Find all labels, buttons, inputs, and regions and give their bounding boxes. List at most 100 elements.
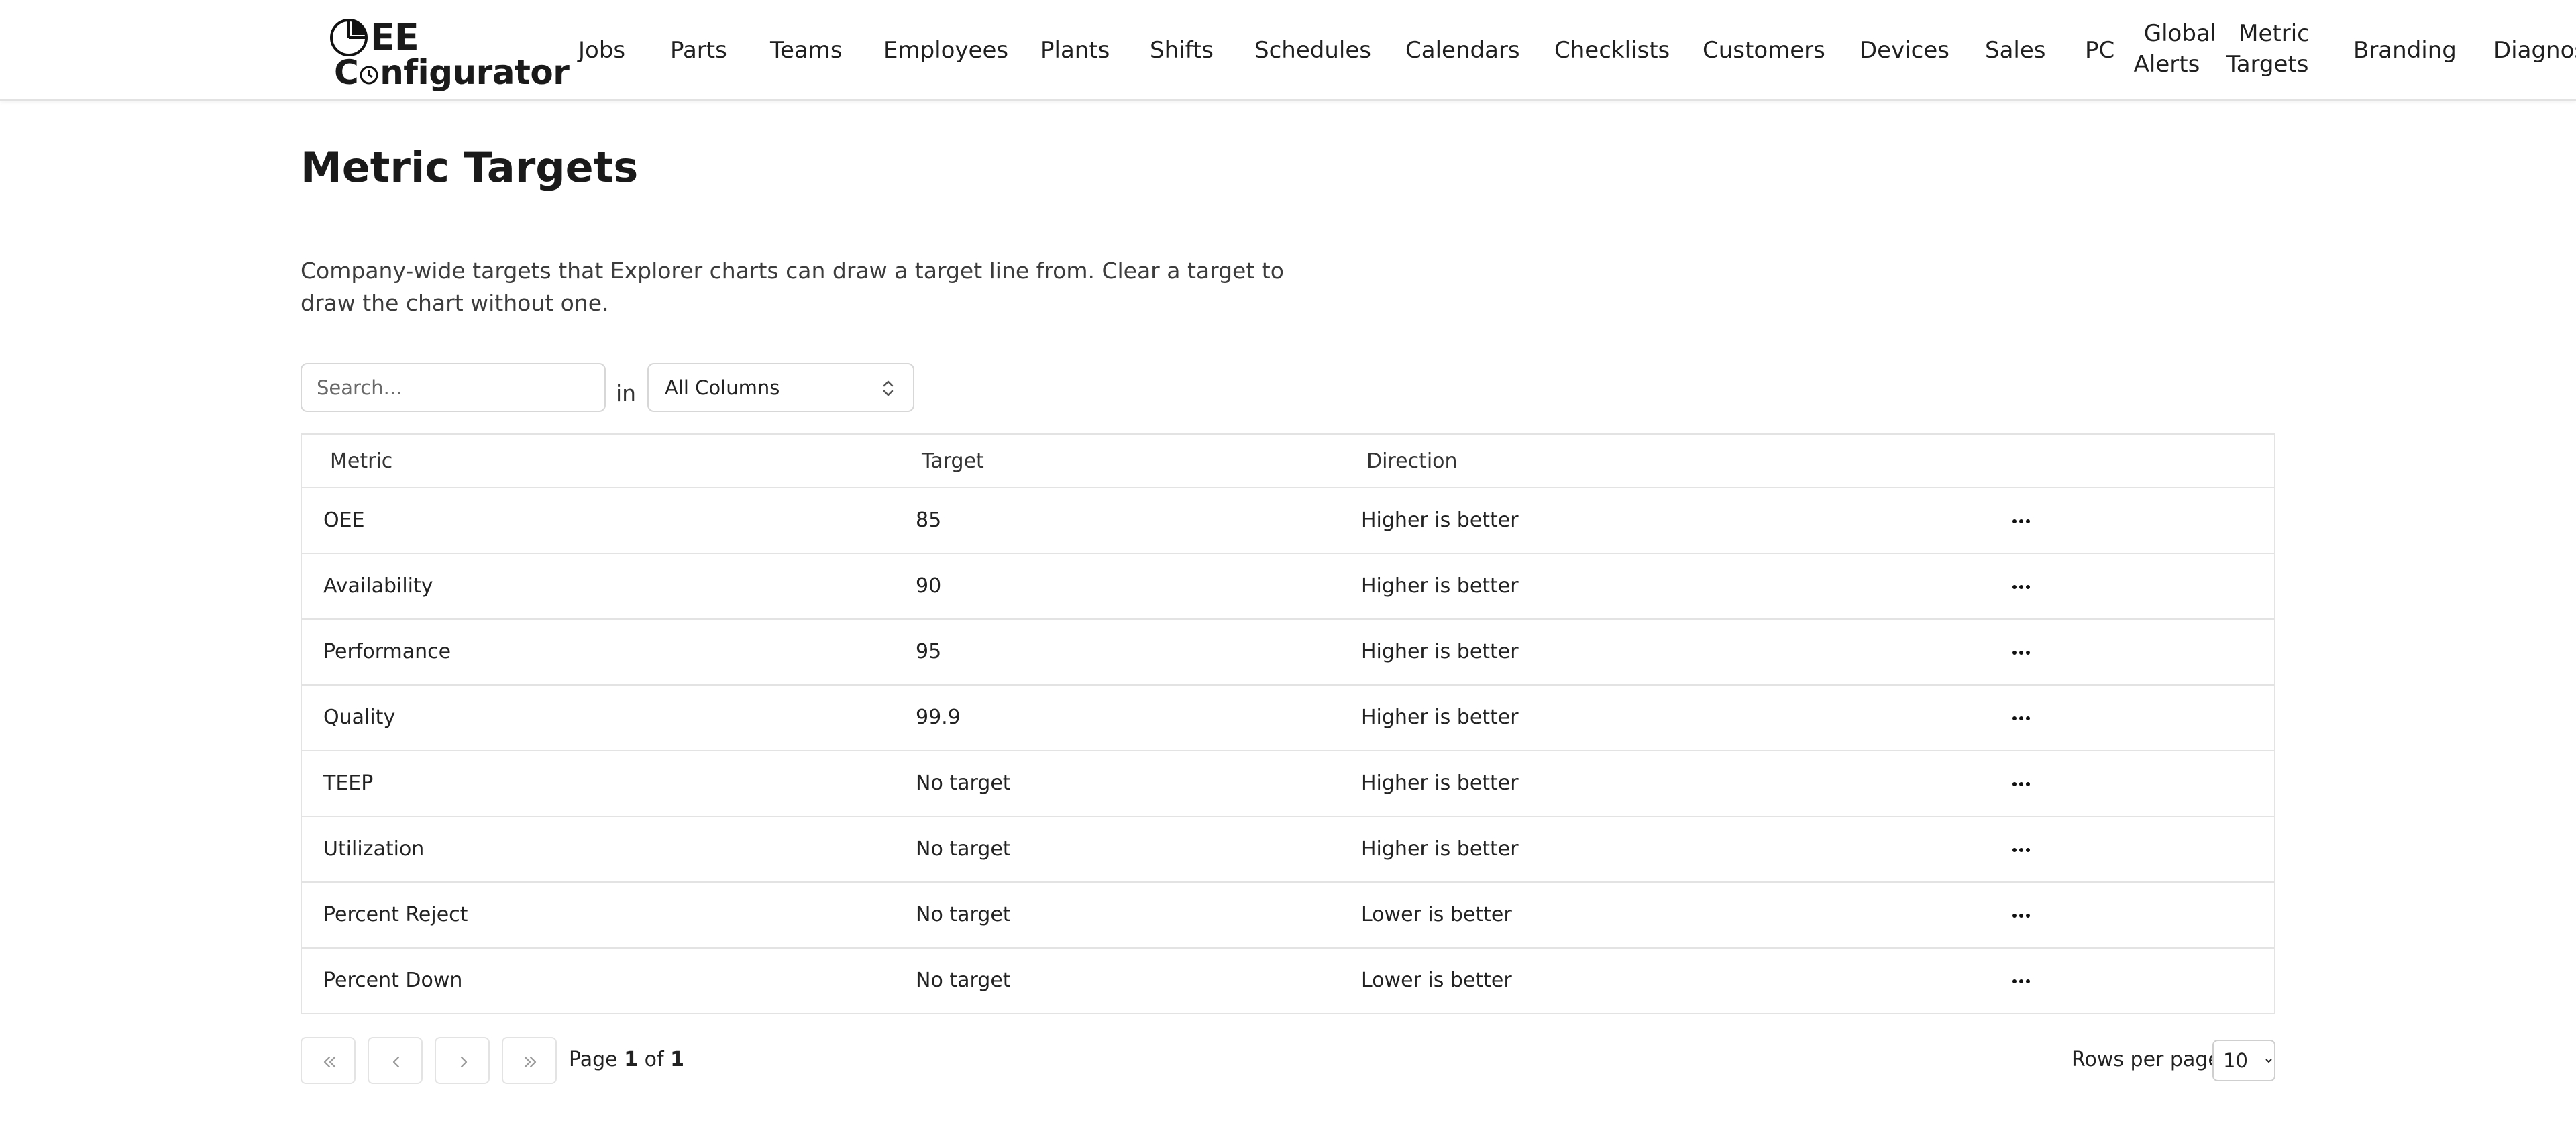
nav-item-metric-targets[interactable]: Metric Targets <box>2217 18 2318 80</box>
cell-metric: Percent Reject <box>323 903 468 926</box>
nav-item-parts[interactable]: Parts <box>670 36 727 65</box>
cell-target: 90 <box>916 574 942 598</box>
nav-item-plants[interactable]: Plants <box>1040 36 1110 65</box>
cell-direction: Higher is better <box>1361 574 1519 598</box>
page-prefix: Page <box>569 1048 618 1071</box>
chevron-left-icon <box>392 1056 400 1068</box>
rows-per-page-label: Rows per page <box>2072 1048 2220 1071</box>
column-header-metric[interactable]: Metric <box>330 448 392 475</box>
table-row: Percent Down No target Lower is better <box>302 949 2274 1014</box>
row-actions-button[interactable] <box>2006 969 2037 994</box>
nav-item-customers[interactable]: Customers <box>1703 36 1825 65</box>
nav-item-metric-targets-line2: Targets <box>2226 51 2309 78</box>
cell-metric: Quality <box>323 706 396 729</box>
ellipsis-icon <box>2011 848 2031 852</box>
ellipsis-icon <box>2011 782 2031 786</box>
cell-direction: Higher is better <box>1361 706 1519 729</box>
table-row: Percent Reject No target Lower is better <box>302 883 2274 949</box>
table-row: OEE 85 Higher is better <box>302 488 2274 554</box>
ellipsis-icon <box>2011 716 2031 720</box>
table-row: Utilization No target Higher is better <box>302 817 2274 883</box>
nav-item-branding[interactable]: Branding <box>2353 36 2457 65</box>
row-actions-button[interactable] <box>2006 640 2037 665</box>
nav-item-global-alerts-line1: Global <box>2143 20 2217 47</box>
chevrons-right-icon <box>524 1056 537 1068</box>
cell-target: 95 <box>916 640 942 663</box>
ellipsis-icon <box>2011 914 2031 918</box>
cell-metric: Percent Down <box>323 969 463 992</box>
logo-text-line1: EE <box>370 16 419 58</box>
cell-metric: Availability <box>323 574 433 598</box>
cell-direction: Lower is better <box>1361 903 1512 926</box>
table-row: TEEP No target Higher is better <box>302 751 2274 817</box>
logo-letters-nfigurator: nfigurator <box>380 53 570 92</box>
logo-text-line2: Cnfigurator <box>334 52 570 93</box>
current-page-number: 1 <box>624 1048 639 1071</box>
nav-item-global-alerts-line2: Alerts <box>2133 51 2200 78</box>
cell-target: No target <box>916 969 1011 992</box>
cell-target: 99.9 <box>916 706 961 729</box>
column-header-target[interactable]: Target <box>922 448 984 475</box>
nav-item-schedules[interactable]: Schedules <box>1254 36 1371 65</box>
page-title: Metric Targets <box>301 143 639 192</box>
nav-item-calendars[interactable]: Calendars <box>1405 36 1520 65</box>
ellipsis-icon <box>2011 651 2031 655</box>
table-header-row: Metric Target Direction <box>302 435 2274 488</box>
pie-chart-icon <box>330 19 368 56</box>
logo-letter-c: C <box>334 53 359 92</box>
cell-metric: TEEP <box>323 771 374 795</box>
cell-target: No target <box>916 903 1011 926</box>
previous-page-button[interactable] <box>368 1037 423 1084</box>
nav-item-global-alerts[interactable]: Global Alerts <box>2116 18 2217 80</box>
nav-item-sales[interactable]: Sales <box>1985 36 2046 65</box>
nav-item-shifts[interactable]: Shifts <box>1150 36 1214 65</box>
last-page-button[interactable] <box>502 1037 557 1084</box>
ellipsis-icon <box>2011 519 2031 523</box>
nav-item-teams[interactable]: Teams <box>770 36 843 65</box>
page-indicator: Page 1 of 1 <box>569 1046 684 1073</box>
column-filter-value: All Columns <box>665 376 780 399</box>
search-input[interactable] <box>301 363 606 412</box>
cell-direction: Higher is better <box>1361 640 1519 663</box>
table-row: Availability 90 Higher is better <box>302 554 2274 620</box>
metric-targets-table: Metric Target Direction OEE 85 Higher is… <box>301 433 2275 1014</box>
row-actions-button[interactable] <box>2006 574 2037 600</box>
page-description: Company-wide targets that Explorer chart… <box>301 258 1284 316</box>
column-filter-select[interactable]: All Columns <box>647 363 914 412</box>
chevron-up-down-icon <box>883 380 894 396</box>
table-row: Performance 95 Higher is better <box>302 620 2274 686</box>
clock-icon <box>360 66 378 85</box>
nav-item-pc[interactable]: PC <box>2085 36 2114 65</box>
column-header-direction[interactable]: Direction <box>1366 448 1458 475</box>
cell-target: No target <box>916 837 1011 861</box>
cell-metric: OEE <box>323 508 365 532</box>
total-pages-number: 1 <box>670 1048 684 1071</box>
nav-item-jobs[interactable]: Jobs <box>578 36 625 65</box>
app-logo[interactable]: EE Cnfigurator <box>329 15 570 92</box>
rows-per-page-select[interactable]: 10 <box>2212 1040 2275 1081</box>
ellipsis-icon <box>2011 585 2031 589</box>
nav-item-checklists[interactable]: Checklists <box>1554 36 1670 65</box>
row-actions-button[interactable] <box>2006 837 2037 863</box>
nav-item-employees[interactable]: Employees <box>883 36 1008 65</box>
search-in-label: in <box>616 380 637 407</box>
cell-direction: Higher is better <box>1361 771 1519 795</box>
nav-item-diagnostics[interactable]: Diagnos <box>2493 36 2576 65</box>
cell-target: 85 <box>916 508 942 532</box>
cell-direction: Higher is better <box>1361 837 1519 861</box>
row-actions-button[interactable] <box>2006 508 2037 534</box>
nav-item-metric-targets-line1: Metric <box>2239 20 2310 47</box>
cell-metric: Performance <box>323 640 451 663</box>
row-actions-button[interactable] <box>2006 706 2037 731</box>
top-navigation-bar: EE Cnfigurator Jobs Parts Teams Employee… <box>0 0 2576 101</box>
nav-item-devices[interactable]: Devices <box>1860 36 1949 65</box>
next-page-button[interactable] <box>435 1037 490 1084</box>
first-page-button[interactable] <box>301 1037 356 1084</box>
row-actions-button[interactable] <box>2006 903 2037 928</box>
cell-direction: Higher is better <box>1361 508 1519 532</box>
table-row: Quality 99.9 Higher is better <box>302 686 2274 751</box>
page-of-label: of <box>644 1048 664 1071</box>
row-actions-button[interactable] <box>2006 771 2037 797</box>
chevron-right-icon <box>460 1056 468 1068</box>
ellipsis-icon <box>2011 979 2031 983</box>
